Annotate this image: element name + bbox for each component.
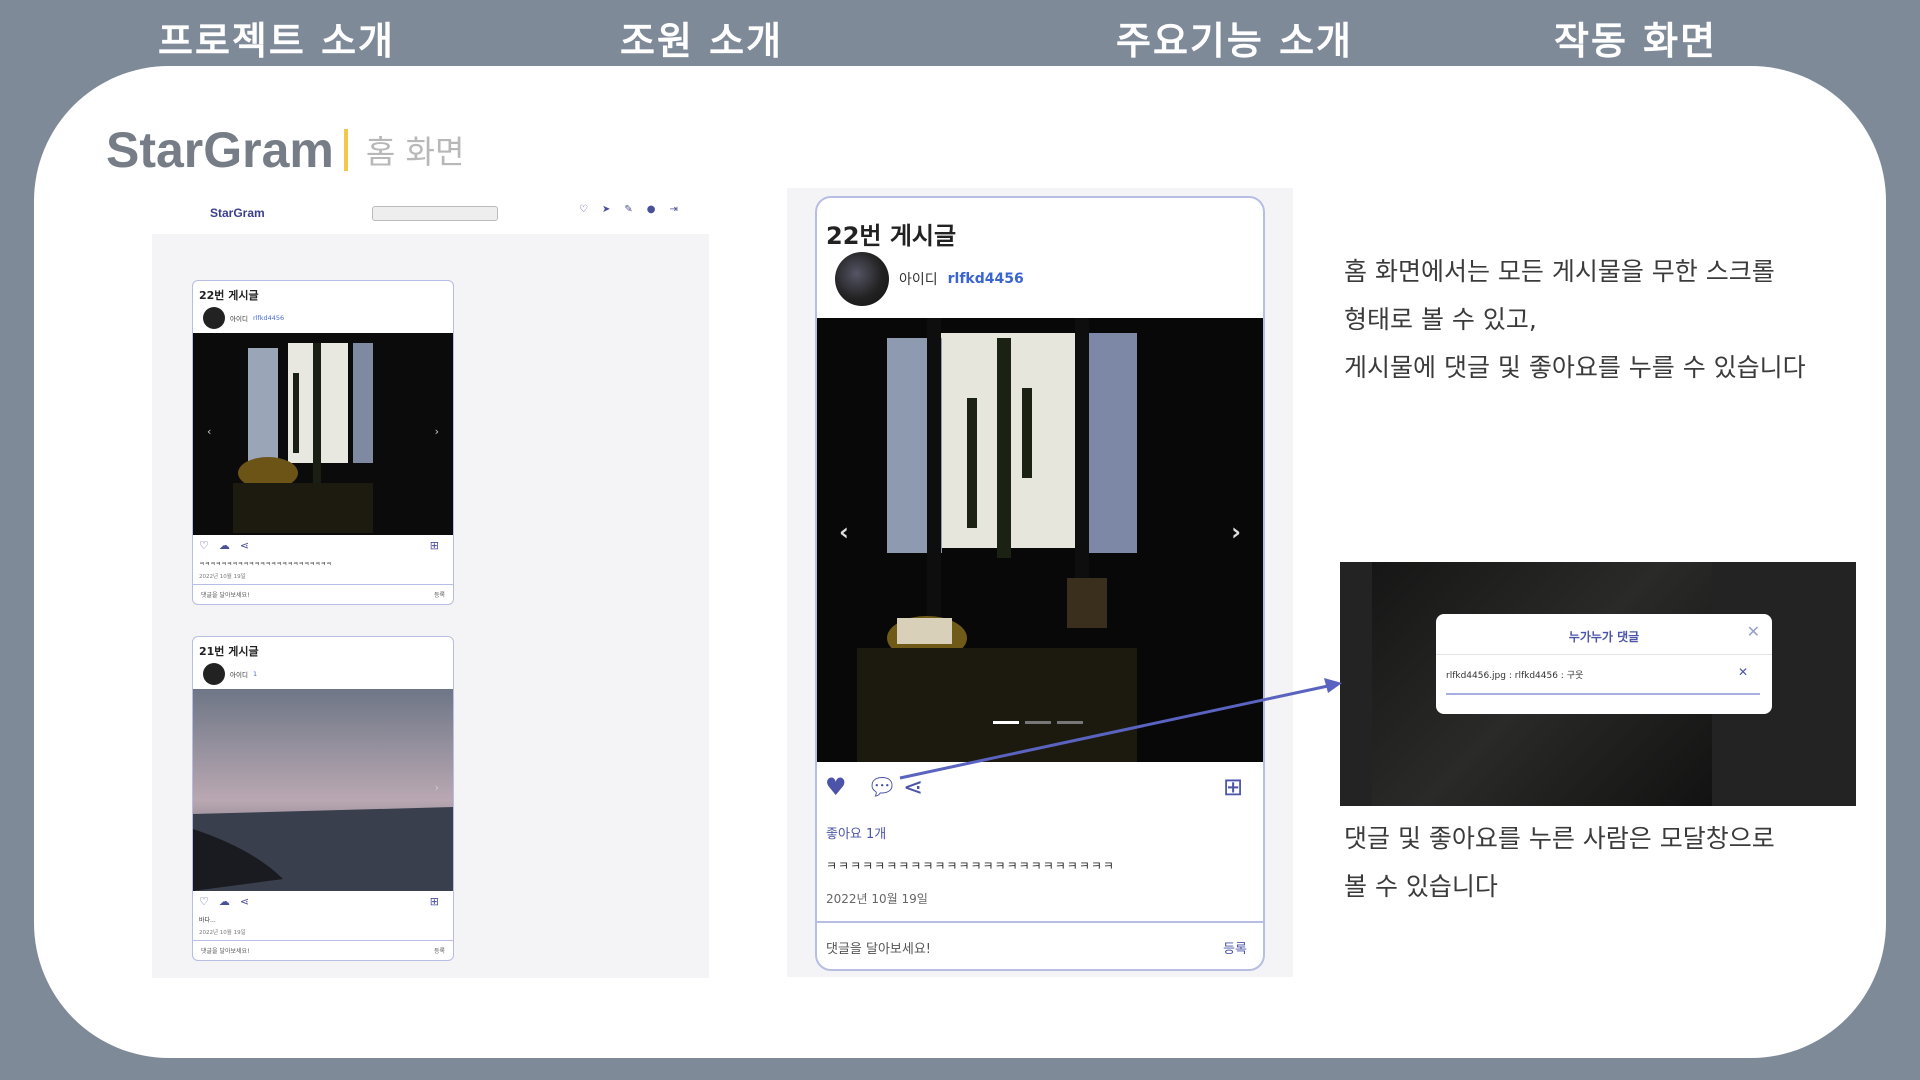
logout-icon[interactable]: ⇥ [669,204,677,215]
comment-input[interactable]: 댓글을 달아보세요! [201,946,249,955]
delete-icon[interactable]: ✕ [1738,665,1748,679]
window-photo [817,318,1263,762]
comment-input[interactable]: 댓글을 달아보세요! [201,590,249,599]
post-detail-screenshot: 22번 게시글 아이디 rlfkd4456 ‹ › ♥ 💬︎ ⋖ ⊞ 좋아요 1… [787,188,1293,977]
author-label: 아이디 [230,671,248,679]
feed-post-title: 22번 게시글 [199,289,259,302]
share-icon[interactable]: ⋖ [903,773,923,801]
feed-post-author: 아이디 1 [203,663,453,685]
feed-post-title: 21번 게시글 [199,645,259,658]
close-icon[interactable]: ✕ [1747,622,1760,641]
post-text: ㅋㅋㅋㅋㅋㅋㅋㅋㅋㅋㅋㅋㅋㅋㅋㅋㅋㅋㅋㅋㅋㅋㅋㅋ [826,859,1115,873]
heart-icon[interactable]: ♡ [579,204,588,215]
comment-icon[interactable]: ☁ [219,539,230,553]
sea-photo [193,689,453,891]
register-button[interactable]: 등록 [1223,938,1247,957]
comment-bar: 댓글을 달아보세요! 등록 [817,921,1263,969]
prev-arrow-icon[interactable]: ‹ [839,518,849,546]
author-id[interactable]: 1 [253,670,257,678]
feed-post-actions: ♡ ☁ ⋖ ⊞ [193,891,453,913]
nav-team-intro[interactable]: 조원 소개 [620,10,783,65]
post-image[interactable]: ‹ › [817,318,1263,762]
nav-demo-screen[interactable]: 작동 화면 [1554,10,1717,65]
brand-heading: StarGram 홈 화면 [106,118,464,182]
nav-project-intro[interactable]: 프로젝트 소개 [158,10,395,65]
post-date: 2022년 10월 19일 [826,892,928,906]
register-button[interactable]: 등록 [434,590,445,599]
send-icon[interactable]: ➤ [602,204,610,215]
feed-post-date: 2022년 10월 19일 [199,574,246,580]
post-title: 22번 게시글 [826,222,957,250]
heart-icon[interactable]: ♡ [199,895,209,909]
feed-app-logo[interactable]: StarGram [210,206,265,220]
description-line: 형태로 볼 수 있고, [1344,305,1537,334]
bookmark-icon[interactable]: ⊞ [430,539,439,552]
description-modal: 댓글 및 좋아요를 누른 사람은 모달창으로 볼 수 있습니다 [1344,815,1775,911]
brand-divider [343,129,348,171]
modal-screenshot: 누가누가 댓글 ✕ rlfkd4456.jpg : rlfkd4456 : 구웃… [1340,562,1856,806]
profile-icon[interactable]: ● [647,204,656,215]
feed-post-text: 바다... [199,917,216,924]
brand-logo: StarGram [106,122,334,178]
likes-modal: 누가누가 댓글 ✕ rlfkd4456.jpg : rlfkd4456 : 구웃… [1436,614,1772,714]
share-icon[interactable]: ⋖ [240,539,249,553]
author-id[interactable]: rlfkd4456 [948,271,1024,287]
brand-subtitle: 홈 화면 [365,133,465,171]
feed-screenshot: StarGram ♡ ➤ ✎ ● ⇥ 22번 게시글 아이디 rlfkd4456 [152,190,709,978]
comment-icon[interactable]: 💬︎ [867,773,897,801]
carousel-dot[interactable] [993,721,1019,724]
post-card: 22번 게시글 아이디 rlfkd4456 ‹ › ♥ 💬︎ ⋖ ⊞ 좋아요 1… [815,196,1265,971]
avatar[interactable] [203,663,225,685]
feed-post-date: 2022년 10월 19일 [199,930,246,936]
bookmark-icon[interactable]: ⊞ [1223,773,1243,801]
modal-underline [1446,693,1760,695]
next-arrow-icon[interactable]: › [1231,518,1241,546]
author-id[interactable]: rlfkd4456 [253,314,284,322]
modal-row: rlfkd4456.jpg : rlfkd4456 : 구웃 [1446,671,1584,681]
feed-header: StarGram ♡ ➤ ✎ ● ⇥ [152,190,709,234]
heart-icon[interactable]: ♥ [825,773,847,801]
register-button[interactable]: 등록 [434,946,445,955]
carousel-dot[interactable] [1057,721,1083,724]
pencil-icon[interactable]: ✎ [624,204,632,215]
feed-comment-bar: 댓글을 달아보세요! 등록 [193,940,453,960]
carousel-dots [993,721,1083,724]
feed-comment-bar: 댓글을 달아보세요! 등록 [193,584,453,604]
carousel-dot[interactable] [1025,721,1051,724]
prev-arrow-icon[interactable]: ‹ [207,425,211,438]
modal-title: 누가누가 댓글 [1568,630,1640,644]
author-label: 아이디 [899,272,938,288]
feed-post-text: ㅋㅋㅋㅋㅋㅋㅋㅋㅋㅋㅋㅋㅋㅋㅋㅋㅋㅋㅋㅋㅋㅋㅋㅋ [199,561,332,568]
feed-post-image[interactable]: ‹ › [193,333,453,535]
bookmark-icon[interactable]: ⊞ [430,895,439,908]
heart-icon[interactable]: ♡ [199,539,209,553]
feed-post-image[interactable]: › [193,689,453,891]
likes-count[interactable]: 좋아요 1개 [826,823,886,842]
next-arrow-icon[interactable]: › [435,781,439,794]
share-icon[interactable]: ⋖ [240,895,249,909]
feed-post: 21번 게시글 아이디 1 › ♡ ☁ ⋖ ⊞ 바다... 2022년 10월 … [192,636,454,961]
feed-post: 22번 게시글 아이디 rlfkd4456 ‹ › ♡ ☁ ⋖ ⊞ ㅋㅋㅋㅋㅋㅋ… [192,280,454,605]
description-home: 홈 화면에서는 모든 게시물을 무한 스크롤 형태로 볼 수 있고, 게시물에 … [1344,248,1806,392]
description-line: 댓글 및 좋아요를 누른 사람은 모달창으로 [1344,824,1775,853]
feed-header-icons: ♡ ➤ ✎ ● ⇥ [579,204,678,215]
description-line: 홈 화면에서는 모든 게시물을 무한 스크롤 [1344,257,1775,286]
post-author: 아이디 rlfkd4456 [835,252,1024,306]
comment-input[interactable]: 댓글을 달아보세요! [826,938,931,957]
window-photo [193,333,453,535]
modal-divider [1436,654,1772,655]
author-label: 아이디 [230,315,248,323]
nav-features-intro[interactable]: 주요기능 소개 [1116,10,1353,65]
feed-post-actions: ♡ ☁ ⋖ ⊞ [193,535,453,557]
comment-icon[interactable]: ☁ [219,895,230,909]
description-line: 게시물에 댓글 및 좋아요를 누를 수 있습니다 [1344,353,1806,382]
feed-search-input[interactable] [372,206,498,221]
avatar[interactable] [835,252,889,306]
description-line: 볼 수 있습니다 [1344,872,1498,901]
avatar[interactable] [203,307,225,329]
top-nav: 프로젝트 소개 조원 소개 주요기능 소개 작동 화면 [0,0,1920,66]
post-actions: ♥ 💬︎ ⋖ ⊞ [825,773,1255,803]
next-arrow-icon[interactable]: › [435,425,439,438]
feed-post-author: 아이디 rlfkd4456 [203,307,453,329]
